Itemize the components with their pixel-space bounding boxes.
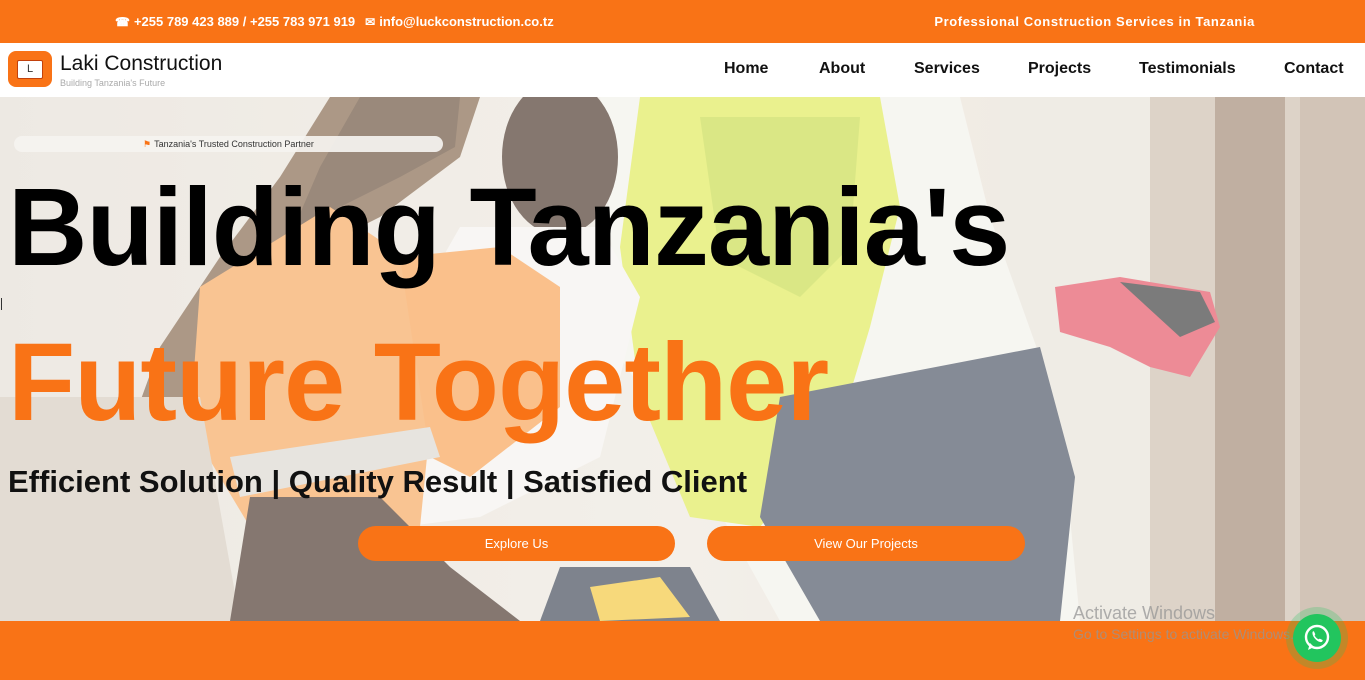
windows-activation-watermark: Activate Windows Go to Settings to activ… <box>1073 603 1294 642</box>
nav-services[interactable]: Services <box>914 60 980 78</box>
email-link[interactable]: info@luckconstruction.co.tz <box>379 14 553 29</box>
view-projects-button[interactable]: View Our Projects <box>707 526 1025 561</box>
explore-us-button[interactable]: Explore Us <box>358 526 675 561</box>
nav-testimonials[interactable]: Testimonials <box>1139 60 1236 78</box>
brand-tagline: Building Tanzania's Future <box>60 78 166 88</box>
hero-headline-line2: Future Together <box>8 321 829 444</box>
mail-icon: ✉ <box>365 14 376 29</box>
contact-info: ☎ +255 789 423 889 / +255 783 971 919 ✉ … <box>115 14 554 29</box>
trusted-badge: ⚑ Tanzania's Trusted Construction Partner <box>14 136 443 152</box>
logo-letter: L <box>17 60 43 79</box>
nav-contact[interactable]: Contact <box>1284 60 1344 78</box>
main-navbar: L Laki Construction Building Tanzania's … <box>0 43 1365 97</box>
activation-subtitle: Go to Settings to activate Windows. <box>1073 626 1294 642</box>
whatsapp-icon <box>1304 624 1330 650</box>
trusted-badge-text: Tanzania's Trusted Construction Partner <box>154 139 314 149</box>
hero-headline-line1: Building Tanzania's <box>8 166 1010 289</box>
top-tagline: Professional Construction Services in Ta… <box>934 14 1255 29</box>
nav-projects[interactable]: Projects <box>1028 60 1091 78</box>
nav-about[interactable]: About <box>819 60 865 78</box>
nav-home[interactable]: Home <box>724 60 768 78</box>
brand-name[interactable]: Laki Construction <box>60 52 222 76</box>
flag-icon: ⚑ <box>143 139 152 149</box>
hero-section: ⚑ Tanzania's Trusted Construction Partner… <box>0 97 1365 621</box>
logo[interactable]: L <box>8 51 52 87</box>
phone-icon: ☎ <box>115 14 130 29</box>
hero-subheadline: Efficient Solution | Quality Result | Sa… <box>8 464 748 499</box>
top-contact-bar: ☎ +255 789 423 889 / +255 783 971 919 ✉ … <box>0 0 1365 43</box>
text-cursor <box>1 298 2 310</box>
phone-numbers[interactable]: +255 789 423 889 / +255 783 971 919 <box>134 14 355 29</box>
whatsapp-button[interactable] <box>1293 614 1341 662</box>
activation-title: Activate Windows <box>1073 603 1216 623</box>
